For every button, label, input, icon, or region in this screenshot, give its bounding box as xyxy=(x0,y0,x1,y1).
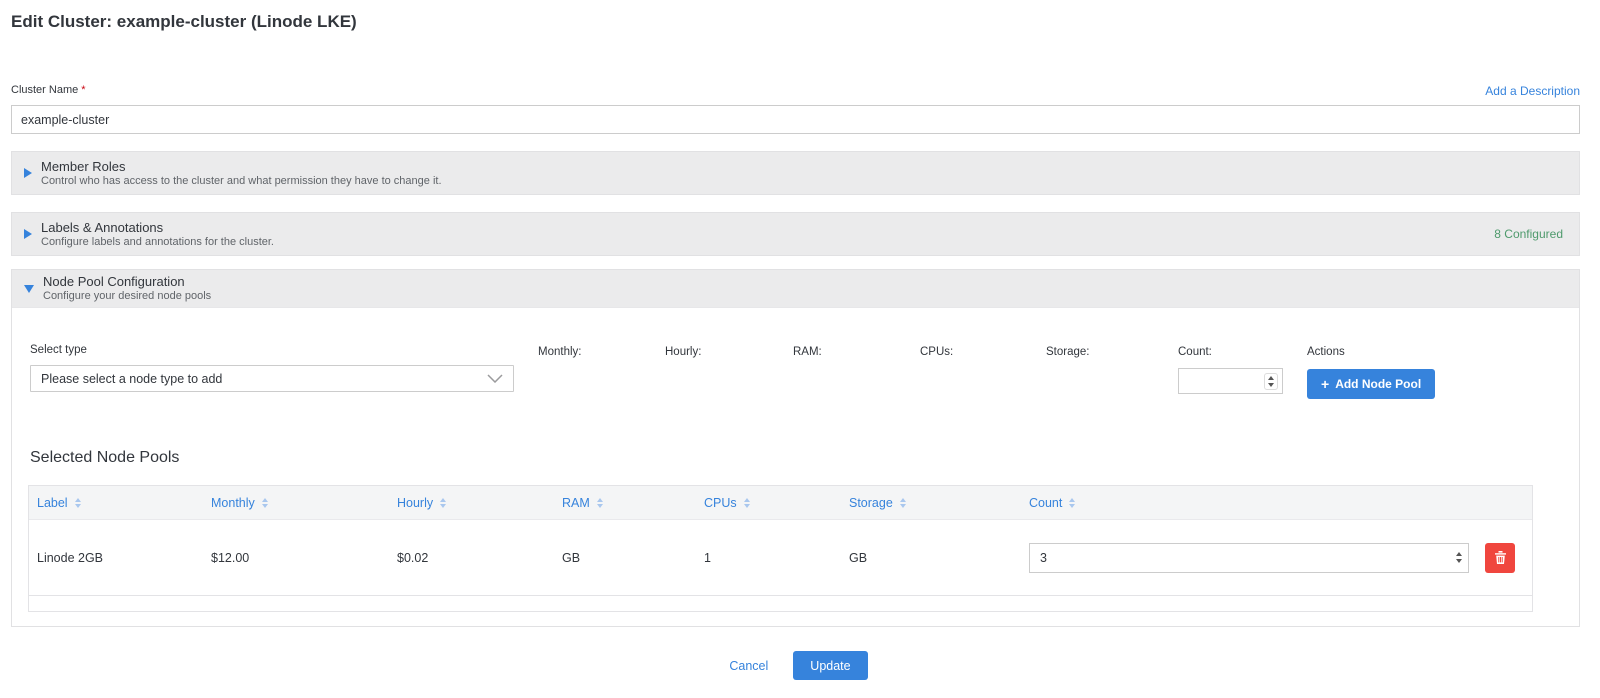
accordion-labels-annotations[interactable]: Labels & Annotations Configure labels an… xyxy=(11,212,1580,256)
accordion-node-pool-configuration[interactable]: Node Pool Configuration Configure your d… xyxy=(12,270,1579,308)
stepper-down-icon xyxy=(1456,559,1462,563)
chevron-down-icon xyxy=(24,285,34,293)
count-label: Count: xyxy=(1178,346,1307,358)
stepper-down-icon xyxy=(1268,383,1274,387)
cancel-button[interactable]: Cancel xyxy=(723,655,774,677)
add-node-pool-button[interactable]: + Add Node Pool xyxy=(1307,369,1435,399)
storage-label: Storage: xyxy=(1046,344,1178,358)
cell-ram: GB xyxy=(562,551,704,565)
add-node-pool-form: Select type Please select a node type to… xyxy=(12,308,1579,399)
column-header-monthly[interactable]: Monthly xyxy=(211,496,397,510)
stepper-up-icon xyxy=(1268,376,1274,380)
node-pool-config-text: Node Pool Configuration Configure your d… xyxy=(43,274,1563,303)
count-column: Count: xyxy=(1178,344,1307,394)
count-input-wrapper xyxy=(1178,368,1283,394)
cpus-label: CPUs: xyxy=(920,344,1046,358)
cluster-name-input[interactable] xyxy=(11,105,1580,134)
ram-label: RAM: xyxy=(793,344,920,358)
column-header-text: Label xyxy=(37,496,68,510)
accordion-member-roles[interactable]: Member Roles Control who has access to t… xyxy=(11,151,1580,195)
node-pool-config-title: Node Pool Configuration xyxy=(43,274,1563,290)
labels-annotations-subtitle: Configure labels and annotations for the… xyxy=(41,236,1494,249)
column-header-ram[interactable]: RAM xyxy=(562,496,704,510)
column-header-cpus[interactable]: CPUs xyxy=(704,496,849,510)
cluster-name-row: Cluster Name* Add a Description xyxy=(11,80,1580,98)
chevron-right-icon xyxy=(24,168,32,178)
stepper-up-icon xyxy=(1456,552,1462,556)
table-footer-row xyxy=(29,595,1532,611)
cluster-name-label-group: Cluster Name* xyxy=(11,80,86,98)
sort-icon xyxy=(440,498,446,508)
actions-label: Actions xyxy=(1307,346,1563,358)
cell-cpus: 1 xyxy=(704,551,849,565)
sort-icon xyxy=(900,498,906,508)
sort-icon xyxy=(75,498,81,508)
table-row: Linode 2GB $12.00 $0.02 GB 1 GB xyxy=(29,519,1532,595)
node-pool-config-body: Select type Please select a node type to… xyxy=(12,308,1579,626)
cell-monthly: $12.00 xyxy=(211,551,397,565)
member-roles-subtitle: Control who has access to the cluster an… xyxy=(41,175,1563,188)
chevron-right-icon xyxy=(24,229,32,239)
form-actions: Cancel Update xyxy=(11,651,1580,680)
trash-icon xyxy=(1494,550,1507,565)
labels-annotations-text: Labels & Annotations Configure labels an… xyxy=(41,220,1494,249)
cell-hourly: $0.02 xyxy=(397,551,562,565)
column-header-text: Hourly xyxy=(397,496,433,510)
required-asterisk: * xyxy=(81,84,85,96)
cluster-name-label: Cluster Name xyxy=(11,84,78,96)
configured-count-badge: 8 Configured xyxy=(1494,227,1563,241)
node-pool-configuration-panel: Node Pool Configuration Configure your d… xyxy=(11,269,1580,627)
plus-icon: + xyxy=(1321,377,1329,391)
count-stepper[interactable] xyxy=(1264,373,1278,390)
member-roles-title: Member Roles xyxy=(41,159,1563,175)
page-title: Edit Cluster: example-cluster (Linode LK… xyxy=(11,12,1580,32)
selected-node-pools-heading: Selected Node Pools xyxy=(30,449,1579,467)
delete-node-pool-button[interactable] xyxy=(1485,543,1515,573)
cell-count xyxy=(1029,543,1532,573)
column-header-hourly[interactable]: Hourly xyxy=(397,496,562,510)
node-pool-config-subtitle: Configure your desired node pools xyxy=(43,290,1563,303)
table-header-row: Label Monthly Hourly RAM CPUs Storage Co… xyxy=(29,486,1532,519)
labels-annotations-title: Labels & Annotations xyxy=(41,220,1494,236)
column-header-text: Storage xyxy=(849,496,893,510)
column-header-storage[interactable]: Storage xyxy=(849,496,1029,510)
hourly-label: Hourly: xyxy=(665,344,793,358)
cell-storage: GB xyxy=(849,551,1029,565)
count-input[interactable] xyxy=(1183,373,1264,389)
cell-label: Linode 2GB xyxy=(29,551,211,565)
selected-node-pools-table: Label Monthly Hourly RAM CPUs Storage Co… xyxy=(28,485,1533,612)
column-header-count[interactable]: Count xyxy=(1029,496,1532,510)
update-button[interactable]: Update xyxy=(793,651,867,680)
node-type-select-placeholder: Please select a node type to add xyxy=(41,372,222,386)
sort-icon xyxy=(262,498,268,508)
select-type-column: Select type Please select a node type to… xyxy=(30,344,538,392)
edit-cluster-page: Edit Cluster: example-cluster (Linode LK… xyxy=(0,0,1600,680)
actions-column: Actions + Add Node Pool xyxy=(1307,344,1563,399)
chevron-down-icon xyxy=(487,374,503,383)
select-type-label: Select type xyxy=(30,344,538,356)
column-header-text: Count xyxy=(1029,496,1062,510)
monthly-label: Monthly: xyxy=(538,344,665,358)
column-header-label[interactable]: Label xyxy=(29,496,211,510)
column-header-text: Monthly xyxy=(211,496,255,510)
sort-icon xyxy=(1069,498,1075,508)
row-count-stepper[interactable] xyxy=(1456,552,1462,563)
row-count-input[interactable] xyxy=(1030,551,1456,565)
column-header-text: CPUs xyxy=(704,496,737,510)
row-count-input-wrapper xyxy=(1029,543,1469,573)
add-node-pool-button-label: Add Node Pool xyxy=(1335,377,1421,391)
add-description-link[interactable]: Add a Description xyxy=(1485,84,1580,98)
sort-icon xyxy=(597,498,603,508)
node-type-select[interactable]: Please select a node type to add xyxy=(30,365,514,392)
column-header-text: RAM xyxy=(562,496,590,510)
sort-icon xyxy=(744,498,750,508)
member-roles-text: Member Roles Control who has access to t… xyxy=(41,159,1563,188)
